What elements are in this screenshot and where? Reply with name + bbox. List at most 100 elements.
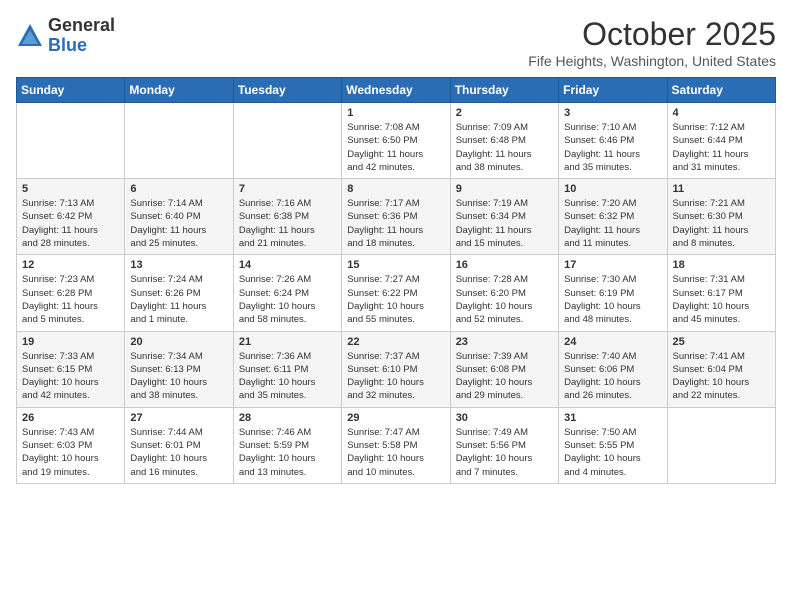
day-number: 16 [456,259,553,271]
day-number: 15 [347,259,444,271]
day-number: 29 [347,412,444,424]
day-cell: 22Sunrise: 7:37 AM Sunset: 6:10 PM Dayli… [342,331,450,407]
logo-general: General [48,15,115,35]
weekday-header-row: SundayMondayTuesdayWednesdayThursdayFrid… [17,78,776,103]
day-number: 10 [564,183,661,195]
day-detail: Sunrise: 7:33 AM Sunset: 6:15 PM Dayligh… [22,350,119,403]
day-cell: 27Sunrise: 7:44 AM Sunset: 6:01 PM Dayli… [125,407,233,483]
day-cell: 25 Sunrise: 7:41 AM Sunset: 6:04 PM Dayli… [667,331,775,407]
day-number: 25 [673,336,770,348]
day-detail: Sunrise: 7:21 AM Sunset: 6:30 PM Dayligh… [673,197,770,250]
day-detail: Sunrise: 7:10 AM Sunset: 6:46 PM Dayligh… [564,121,661,174]
day-detail: Sunrise: 7:34 AM Sunset: 6:13 PM Dayligh… [130,350,227,403]
day-number: 23 [456,336,553,348]
weekday-header-sunday: Sunday [17,78,125,103]
logo-text: General Blue [48,16,115,56]
day-detail: Sunrise: 7:14 AM Sunset: 6:40 PM Dayligh… [130,197,227,250]
day-number: 8 [347,183,444,195]
logo: General Blue [16,16,115,56]
day-cell: 30Sunrise: 7:49 AM Sunset: 5:56 PM Dayli… [450,407,558,483]
day-detail: Sunrise: 7:09 AM Sunset: 6:48 PM Dayligh… [456,121,553,174]
day-number: 18 [673,259,770,271]
day-cell: 4 Sunrise: 7:12 AM Sunset: 6:44 PM Daylig… [667,103,775,179]
logo-icon [16,22,44,50]
day-cell: 10Sunrise: 7:20 AM Sunset: 6:32 PM Dayli… [559,179,667,255]
day-detail: Sunrise: 7:43 AM Sunset: 6:03 PM Dayligh… [22,426,119,479]
day-cell: 12 Sunrise: 7:23 AM Sunset: 6:28 PM Dayli… [17,255,125,331]
day-number: 4 [673,107,770,119]
month-title: October 2025 [528,16,776,53]
day-number: 2 [456,107,553,119]
day-cell: 13Sunrise: 7:24 AM Sunset: 6:26 PM Dayli… [125,255,233,331]
day-cell: 3 Sunrise: 7:10 AM Sunset: 6:46 PM Daylig… [559,103,667,179]
day-cell: 14Sunrise: 7:26 AM Sunset: 6:24 PM Dayli… [233,255,341,331]
day-number: 19 [22,336,119,348]
weekday-header-thursday: Thursday [450,78,558,103]
day-number: 5 [22,183,119,195]
calendar: SundayMondayTuesdayWednesdayThursdayFrid… [16,77,776,484]
day-detail: Sunrise: 7:24 AM Sunset: 6:26 PM Dayligh… [130,273,227,326]
day-cell: 20 Sunrise: 7:34 AM Sunset: 6:13 PM Dayli… [125,331,233,407]
day-detail: Sunrise: 7:23 AM Sunset: 6:28 PM Dayligh… [22,273,119,326]
day-detail: Sunrise: 7:28 AM Sunset: 6:20 PM Dayligh… [456,273,553,326]
page-header: General Blue October 2025 Fife Heights, … [16,16,776,69]
day-detail: Sunrise: 7:16 AM Sunset: 6:38 PM Dayligh… [239,197,336,250]
week-row-2: 5 Sunrise: 7:13 AM Sunset: 6:42 PM Daylig… [17,179,776,255]
day-cell: 7 Sunrise: 7:16 AM Sunset: 6:38 PM Daylig… [233,179,341,255]
title-block: October 2025 Fife Heights, Washington, U… [528,16,776,69]
day-number: 3 [564,107,661,119]
week-row-3: 12 Sunrise: 7:23 AM Sunset: 6:28 PM Dayli… [17,255,776,331]
day-number: 24 [564,336,661,348]
day-detail: Sunrise: 7:31 AM Sunset: 6:17 PM Dayligh… [673,273,770,326]
day-cell: 8 Sunrise: 7:17 AM Sunset: 6:36 PM Daylig… [342,179,450,255]
day-detail: Sunrise: 7:36 AM Sunset: 6:11 PM Dayligh… [239,350,336,403]
day-detail: Sunrise: 7:27 AM Sunset: 6:22 PM Dayligh… [347,273,444,326]
day-detail: Sunrise: 7:08 AM Sunset: 6:50 PM Dayligh… [347,121,444,174]
weekday-header-tuesday: Tuesday [233,78,341,103]
week-row-1: 1 Sunrise: 7:08 AM Sunset: 6:50 PM Daylig… [17,103,776,179]
day-number: 6 [130,183,227,195]
logo-blue: Blue [48,35,87,55]
day-detail: Sunrise: 7:44 AM Sunset: 6:01 PM Dayligh… [130,426,227,479]
day-number: 22 [347,336,444,348]
weekday-header-monday: Monday [125,78,233,103]
day-number: 28 [239,412,336,424]
day-detail: Sunrise: 7:46 AM Sunset: 5:59 PM Dayligh… [239,426,336,479]
day-cell: 11 Sunrise: 7:21 AM Sunset: 6:30 PM Dayli… [667,179,775,255]
day-detail: Sunrise: 7:17 AM Sunset: 6:36 PM Dayligh… [347,197,444,250]
day-detail: Sunrise: 7:19 AM Sunset: 6:34 PM Dayligh… [456,197,553,250]
day-cell: 18 Sunrise: 7:31 AM Sunset: 6:17 PM Dayli… [667,255,775,331]
day-cell: 28 Sunrise: 7:46 AM Sunset: 5:59 PM Dayli… [233,407,341,483]
day-cell: 9Sunrise: 7:19 AM Sunset: 6:34 PM Daylig… [450,179,558,255]
day-cell: 19 Sunrise: 7:33 AM Sunset: 6:15 PM Dayli… [17,331,125,407]
day-cell: 26 Sunrise: 7:43 AM Sunset: 6:03 PM Dayli… [17,407,125,483]
day-number: 12 [22,259,119,271]
day-cell: 2 Sunrise: 7:09 AM Sunset: 6:48 PM Daylig… [450,103,558,179]
day-cell [125,103,233,179]
day-detail: Sunrise: 7:13 AM Sunset: 6:42 PM Dayligh… [22,197,119,250]
day-cell: 1 Sunrise: 7:08 AM Sunset: 6:50 PM Daylig… [342,103,450,179]
day-cell: 16 Sunrise: 7:28 AM Sunset: 6:20 PM Dayli… [450,255,558,331]
day-cell: 23Sunrise: 7:39 AM Sunset: 6:08 PM Dayli… [450,331,558,407]
day-detail: Sunrise: 7:40 AM Sunset: 6:06 PM Dayligh… [564,350,661,403]
day-number: 1 [347,107,444,119]
day-number: 14 [239,259,336,271]
day-number: 31 [564,412,661,424]
day-cell: 31 Sunrise: 7:50 AM Sunset: 5:55 PM Dayli… [559,407,667,483]
weekday-header-wednesday: Wednesday [342,78,450,103]
day-detail: Sunrise: 7:47 AM Sunset: 5:58 PM Dayligh… [347,426,444,479]
day-cell: 24 Sunrise: 7:40 AM Sunset: 6:06 PM Dayli… [559,331,667,407]
day-detail: Sunrise: 7:50 AM Sunset: 5:55 PM Dayligh… [564,426,661,479]
day-cell [17,103,125,179]
day-detail: Sunrise: 7:49 AM Sunset: 5:56 PM Dayligh… [456,426,553,479]
day-number: 7 [239,183,336,195]
day-cell: 21Sunrise: 7:36 AM Sunset: 6:11 PM Dayli… [233,331,341,407]
location: Fife Heights, Washington, United States [528,53,776,69]
day-detail: Sunrise: 7:30 AM Sunset: 6:19 PM Dayligh… [564,273,661,326]
day-detail: Sunrise: 7:41 AM Sunset: 6:04 PM Dayligh… [673,350,770,403]
day-detail: Sunrise: 7:12 AM Sunset: 6:44 PM Dayligh… [673,121,770,174]
day-cell: 29 Sunrise: 7:47 AM Sunset: 5:58 PM Dayli… [342,407,450,483]
day-number: 20 [130,336,227,348]
day-number: 26 [22,412,119,424]
day-number: 11 [673,183,770,195]
